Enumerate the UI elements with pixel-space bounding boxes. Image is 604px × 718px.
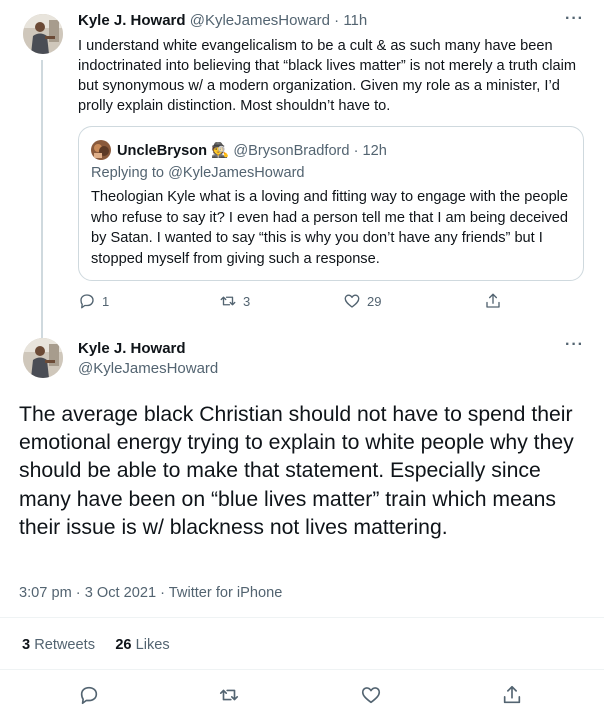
tweet-actions: [0, 684, 604, 708]
replying-label: Replying to: [91, 165, 165, 181]
likes-label: Likes: [135, 637, 170, 653]
more-icon[interactable]: ···: [565, 336, 584, 354]
share-button[interactable]: [501, 684, 523, 706]
author-meta[interactable]: @KyleJamesHoward · 11h: [190, 12, 368, 29]
author-handle[interactable]: @KyleJamesHoward: [78, 360, 218, 377]
reply-count: 1: [102, 293, 110, 309]
like-button[interactable]: [360, 684, 382, 706]
avatar[interactable]: [23, 14, 63, 54]
retweet-icon: [219, 689, 239, 701]
quoted-tweet[interactable]: UncleBryson 🕵 @BrysonBradford · 12h Repl…: [78, 126, 584, 281]
like-count: 29: [367, 293, 382, 309]
reply-button[interactable]: 1: [78, 292, 109, 310]
retweet-count: 3: [243, 293, 251, 309]
tweet-text: The average black Christian should not h…: [19, 403, 574, 539]
share-icon: [503, 685, 521, 704]
avatar[interactable]: [23, 338, 63, 378]
like-button[interactable]: 29: [343, 292, 381, 310]
retweet-button[interactable]: [218, 684, 240, 706]
retweets-stat[interactable]: 3 Retweets: [22, 637, 95, 653]
replying-to: Replying to @KyleJamesHoward: [91, 165, 305, 181]
retweets-label: Retweets: [34, 637, 96, 653]
heart-icon: [361, 687, 381, 704]
tweet-timestamp[interactable]: 3:07 pm · 3 Oct 2021 · Twitter for iPhon…: [19, 585, 282, 601]
thread-line: [41, 328, 43, 338]
spy-emoji: 🕵: [211, 143, 230, 159]
author-name[interactable]: Kyle J. Howard: [78, 12, 186, 29]
share-icon: [486, 293, 500, 308]
retweets-count: 3: [22, 637, 31, 653]
quote-avatar: [91, 140, 111, 160]
heart-icon: [344, 294, 360, 308]
tweet-actions: 1 3 29: [78, 292, 508, 312]
quote-author-name[interactable]: UncleBryson: [117, 143, 207, 159]
more-icon[interactable]: ···: [565, 10, 584, 28]
tweet-stats: 3 Retweets 26 Likes: [22, 637, 170, 653]
share-button[interactable]: [484, 292, 502, 310]
author-name[interactable]: Kyle J. Howard: [78, 340, 186, 357]
tweet-text: I understand white evangelicalism to be …: [78, 38, 577, 114]
retweet-icon: [220, 296, 236, 306]
quote-text: Theologian Kyle what is a loving and fit…: [91, 189, 569, 267]
thread-line: [41, 60, 43, 328]
reply-icon: [80, 686, 98, 705]
likes-stat[interactable]: 26 Likes: [115, 637, 169, 653]
reply-button[interactable]: [78, 684, 100, 706]
tweet-header: Kyle J. Howard @KyleJamesHoward · 11h: [78, 12, 367, 29]
divider: [0, 669, 604, 670]
retweet-button[interactable]: 3: [219, 292, 250, 310]
likes-count: 26: [115, 637, 132, 653]
divider: [0, 617, 604, 618]
reply-icon: [80, 294, 94, 309]
tweet-reply[interactable]: Kyle J. Howard @KyleJamesHoward · 11h ··…: [0, 0, 604, 328]
replying-handle[interactable]: @KyleJamesHoward: [168, 165, 304, 181]
quote-author-meta[interactable]: @BrysonBradford · 12h: [233, 143, 387, 159]
quote-header: UncleBryson 🕵 @BrysonBradford · 12h: [117, 141, 387, 159]
